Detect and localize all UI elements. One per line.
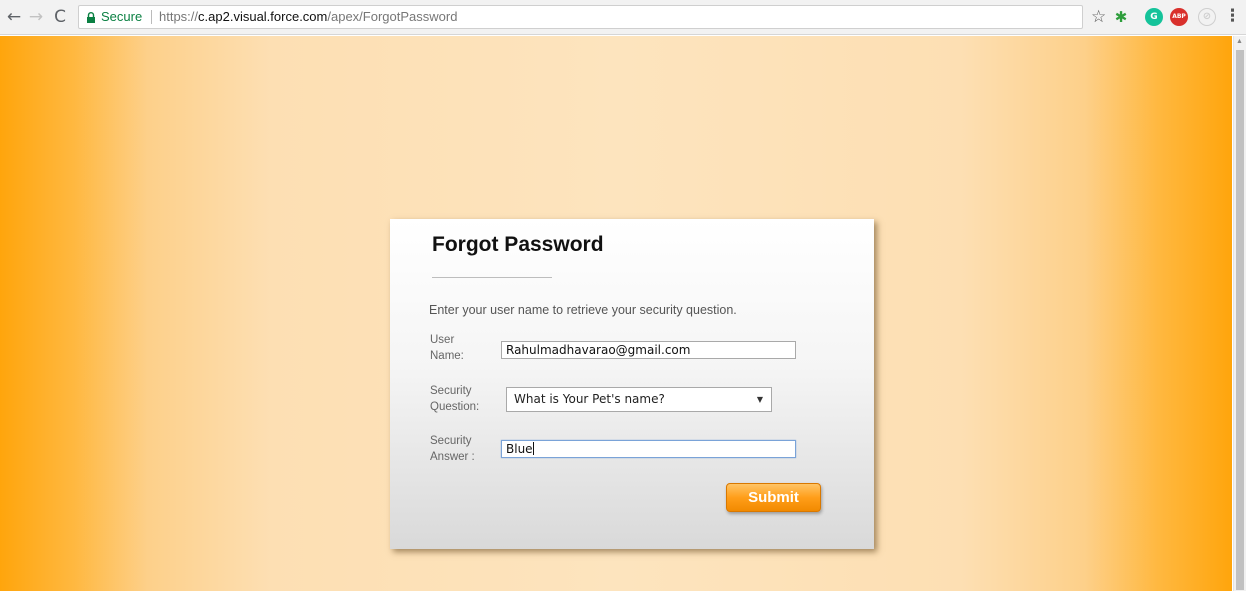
security-question-label-line2: Question:	[430, 401, 480, 413]
omnibox-separator	[151, 10, 152, 24]
url-prefix: https://	[159, 9, 199, 24]
security-question-label-line1: Security	[430, 385, 472, 397]
username-input[interactable]: Rahulmadhavarao@gmail.com	[501, 341, 796, 359]
back-icon[interactable]: ←	[4, 7, 24, 27]
adblock-icon[interactable]: ABP	[1170, 8, 1188, 26]
secure-label: Secure	[101, 9, 143, 24]
security-question-label: Security Question:	[430, 383, 490, 415]
security-answer-label-line1: Security	[430, 435, 472, 447]
url-path: /apex/ForgotPassword	[327, 9, 458, 24]
security-question-select[interactable]: What is Your Pet's name? ▼	[506, 387, 772, 412]
instructions-text: Enter your user name to retrieve your se…	[429, 303, 737, 317]
username-label-line2: Name:	[430, 350, 464, 362]
security-question-selected: What is Your Pet's name?	[514, 392, 665, 406]
lock-icon	[87, 12, 95, 23]
username-label: User Name:	[430, 332, 490, 364]
disabled-extension-icon[interactable]: ⊘	[1198, 8, 1216, 26]
scroll-up-icon[interactable]: ▲	[1236, 38, 1243, 45]
vertical-scrollbar[interactable]: ▲	[1233, 36, 1246, 591]
security-answer-input[interactable]: Blue	[501, 440, 796, 458]
bookmark-star-icon[interactable]: ☆	[1091, 7, 1106, 27]
security-answer-value: Blue	[506, 442, 533, 456]
reload-icon[interactable]: C	[50, 7, 70, 27]
url-host: c.ap2.visual.force.com	[198, 9, 328, 24]
browser-toolbar: ← → C Secure https://c.ap2.visual.force.…	[0, 0, 1246, 35]
scroll-thumb[interactable]	[1236, 50, 1244, 590]
security-answer-label-line2: Answer :	[430, 451, 475, 463]
text-caret	[532, 442, 534, 455]
forgot-password-card: Forgot Password Enter your user name to …	[390, 219, 874, 549]
submit-button[interactable]: Submit	[726, 483, 821, 512]
page-title: Forgot Password	[432, 233, 604, 256]
forward-icon[interactable]: →	[26, 7, 46, 27]
dropdown-arrow-icon: ▼	[756, 395, 763, 404]
bug-extension-icon[interactable]: ✱	[1112, 8, 1130, 26]
url-text[interactable]: https://c.ap2.visual.force.com/apex/Forg…	[159, 6, 457, 28]
security-answer-label: Security Answer :	[430, 433, 490, 465]
title-divider	[432, 277, 552, 278]
address-bar[interactable]: Secure https://c.ap2.visual.force.com/ap…	[78, 5, 1083, 29]
username-label-line1: User	[430, 334, 455, 346]
grammarly-icon[interactable]: G	[1145, 8, 1163, 26]
browser-menu-icon[interactable]: ⋮	[1224, 6, 1241, 26]
